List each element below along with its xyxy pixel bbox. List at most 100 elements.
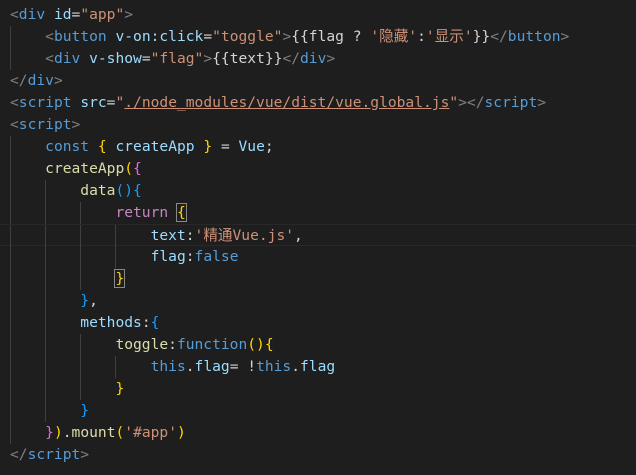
code-token: v-show — [89, 50, 142, 67]
code-token: script — [18, 94, 72, 111]
code-token: = — [71, 6, 81, 23]
code-token: id — [53, 6, 72, 23]
code-token: } — [80, 292, 90, 309]
code-text: } — [10, 400, 89, 422]
code-editor[interactable]: <div id="app"> <button v-on:click="toggl… — [0, 0, 636, 475]
code-line[interactable]: }).mount('#app') — [0, 422, 636, 444]
code-token: script — [484, 94, 538, 111]
code-text: </div> — [10, 70, 63, 92]
code-token: > — [282, 28, 292, 45]
code-token: { — [133, 160, 142, 177]
code-line[interactable]: const { createApp } = Vue; — [0, 136, 636, 158]
code-token: "flag" — [150, 50, 204, 67]
code-line[interactable]: } — [0, 400, 636, 422]
code-text: data(){ — [10, 180, 142, 202]
code-token: { — [175, 203, 187, 222]
code-token: { — [264, 336, 274, 353]
code-token: div — [53, 50, 81, 67]
code-token: } — [203, 138, 213, 155]
code-token: : — [168, 336, 177, 353]
code-token: ./node_modules/vue/dist/vue.global.js — [124, 94, 450, 111]
code-text: }).mount('#app') — [10, 422, 186, 444]
code-line[interactable]: flag:false — [0, 246, 636, 268]
code-token: } — [45, 424, 54, 441]
code-line[interactable]: <div id="app"> — [0, 4, 636, 26]
code-text: methods:{ — [10, 312, 159, 334]
code-token: > — [71, 116, 81, 133]
code-text: flag:false — [10, 246, 239, 268]
code-line[interactable]: <div v-show="flag">{{text}}</div> — [0, 48, 636, 70]
code-line[interactable]: toggle:function(){ — [0, 334, 636, 356]
code-text: </script> — [10, 444, 89, 466]
code-token: "app" — [80, 6, 125, 23]
code-text: const { createApp } = Vue; — [10, 136, 274, 158]
code-text: <button v-on:click="toggle">{{flag ? '隐藏… — [10, 26, 569, 48]
code-token: ) — [177, 424, 186, 441]
code-text: <script src="./node_modules/vue/dist/vue… — [10, 92, 546, 114]
code-token: > — [53, 72, 63, 89]
code-token: {{flag ? — [291, 28, 371, 45]
code-token: </ — [282, 50, 301, 67]
code-line[interactable]: <script> — [0, 114, 636, 136]
code-line[interactable]: } — [0, 378, 636, 400]
code-token: flag — [300, 358, 336, 375]
code-token: function — [176, 336, 248, 353]
code-token: < — [10, 94, 19, 111]
code-token: "toggle" — [212, 28, 283, 45]
code-line[interactable]: methods:{ — [0, 312, 636, 334]
code-token: div — [18, 6, 46, 23]
code-token: button — [507, 28, 561, 45]
code-token: div — [300, 50, 327, 67]
code-token: } — [80, 402, 90, 419]
code-line[interactable]: return { — [0, 202, 636, 224]
code-token: v-on:click — [115, 28, 204, 45]
code-token: " — [449, 94, 459, 111]
code-line[interactable]: <script src="./node_modules/vue/dist/vue… — [0, 92, 636, 114]
code-token: = ! — [229, 358, 257, 375]
code-token: src — [80, 94, 107, 111]
code-token: </ — [490, 28, 508, 45]
code-token: toggle — [115, 336, 169, 353]
code-text: <script> — [10, 114, 80, 136]
code-line[interactable]: <button v-on:click="toggle">{{flag ? '隐藏… — [0, 26, 636, 48]
code-token: , — [294, 227, 303, 244]
code-token: }} — [472, 28, 491, 45]
code-line-current[interactable]: text:'精通Vue.js', — [0, 224, 636, 247]
code-token: ></ — [458, 94, 485, 111]
code-line[interactable]: } — [0, 268, 636, 290]
code-token: < — [45, 28, 54, 45]
code-token: . — [185, 358, 195, 375]
code-token: div — [27, 72, 54, 89]
code-token: flag — [194, 358, 230, 375]
code-line[interactable]: </script> — [0, 444, 636, 466]
code-text: this.flag= !this.flag — [10, 356, 336, 378]
code-token: Vue — [238, 138, 265, 155]
code-token: button — [53, 28, 107, 45]
code-line[interactable]: createApp({ — [0, 158, 636, 180]
code-token: {{text}} — [212, 50, 283, 67]
code-token: createApp — [115, 138, 195, 155]
code-token: : — [417, 28, 426, 45]
code-token: < — [45, 50, 54, 67]
code-token: { — [133, 182, 142, 199]
code-token: = — [203, 28, 213, 45]
code-token: ) — [53, 424, 63, 441]
code-line[interactable]: }, — [0, 290, 636, 312]
code-token: = — [141, 50, 151, 67]
code-line[interactable]: this.flag= !this.flag — [0, 356, 636, 378]
code-token: < — [10, 6, 19, 23]
code-line[interactable]: data(){ — [0, 180, 636, 202]
code-line[interactable]: </div> — [0, 70, 636, 92]
code-token: > — [203, 50, 213, 67]
code-token: > — [124, 6, 134, 23]
code-token: '#app' — [124, 424, 177, 441]
code-text: } — [10, 378, 124, 400]
